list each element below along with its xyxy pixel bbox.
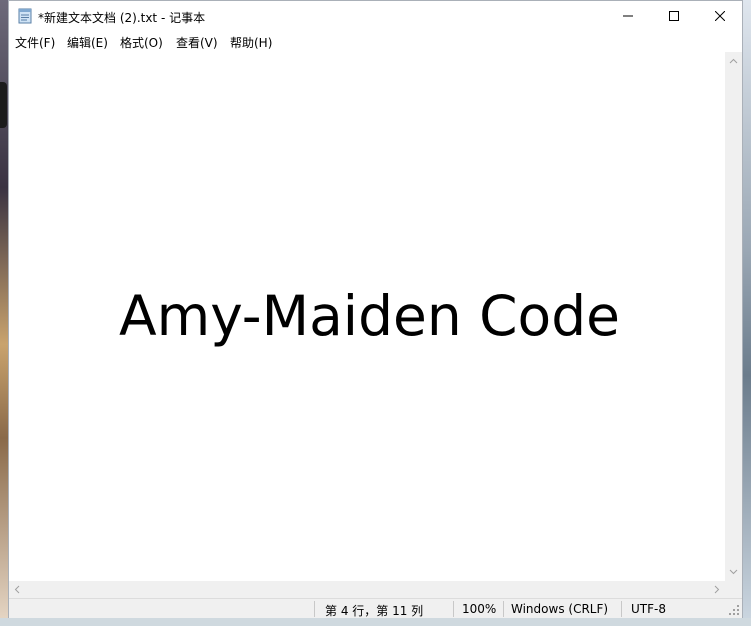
desktop-widget (0, 82, 7, 128)
resize-grip-icon[interactable] (728, 604, 740, 616)
maximize-icon (669, 11, 679, 21)
scroll-up-icon[interactable] (729, 58, 738, 64)
menu-format[interactable]: 格式(O) (120, 34, 163, 51)
menu-view[interactable]: 查看(V) (176, 34, 218, 51)
close-icon (715, 11, 725, 21)
notepad-icon[interactable] (17, 8, 33, 24)
status-divider (503, 601, 504, 617)
status-zoom: 100% (462, 602, 497, 616)
menu-help[interactable]: 帮助(H) (230, 34, 272, 51)
menu-bar: 文件(F) 编辑(E) 格式(O) 查看(V) 帮助(H) (9, 31, 742, 52)
editor-content[interactable]: Amy-Maiden Code (119, 284, 620, 348)
maximize-button[interactable] (651, 1, 697, 31)
status-divider (621, 601, 622, 617)
minimize-icon (623, 15, 633, 17)
status-bar: 第 4 行，第 11 列 100% Windows (CRLF) UTF-8 (9, 598, 742, 618)
desktop-background-left (0, 0, 8, 626)
status-line-ending: Windows (CRLF) (511, 602, 609, 616)
status-divider (453, 601, 454, 617)
window-title: *新建文本文档 (2).txt - 记事本 (38, 11, 206, 25)
horizontal-scrollbar[interactable] (9, 581, 725, 598)
desktop-background-bottom (0, 618, 751, 626)
title-bar[interactable]: *新建文本文档 (2).txt - 记事本 (9, 1, 742, 31)
scroll-down-icon[interactable] (729, 569, 738, 575)
vertical-scrollbar[interactable] (725, 52, 742, 581)
menu-file[interactable]: 文件(F) (15, 34, 55, 51)
minimize-button[interactable] (605, 1, 651, 31)
desktop-background-right (742, 0, 751, 626)
scroll-right-icon[interactable] (714, 585, 720, 594)
close-button[interactable] (697, 1, 743, 31)
text-editor[interactable]: Amy-Maiden Code (9, 52, 725, 581)
menu-edit[interactable]: 编辑(E) (67, 34, 108, 51)
scrollbar-corner (725, 581, 742, 598)
scroll-left-icon[interactable] (14, 585, 20, 594)
status-cursor-position: 第 4 行，第 11 列 (325, 604, 424, 618)
status-encoding: UTF-8 (631, 602, 666, 616)
notepad-window: *新建文本文档 (2).txt - 记事本 文件(F) 编辑(E) 格式(O) … (8, 0, 743, 618)
status-divider (314, 601, 315, 617)
